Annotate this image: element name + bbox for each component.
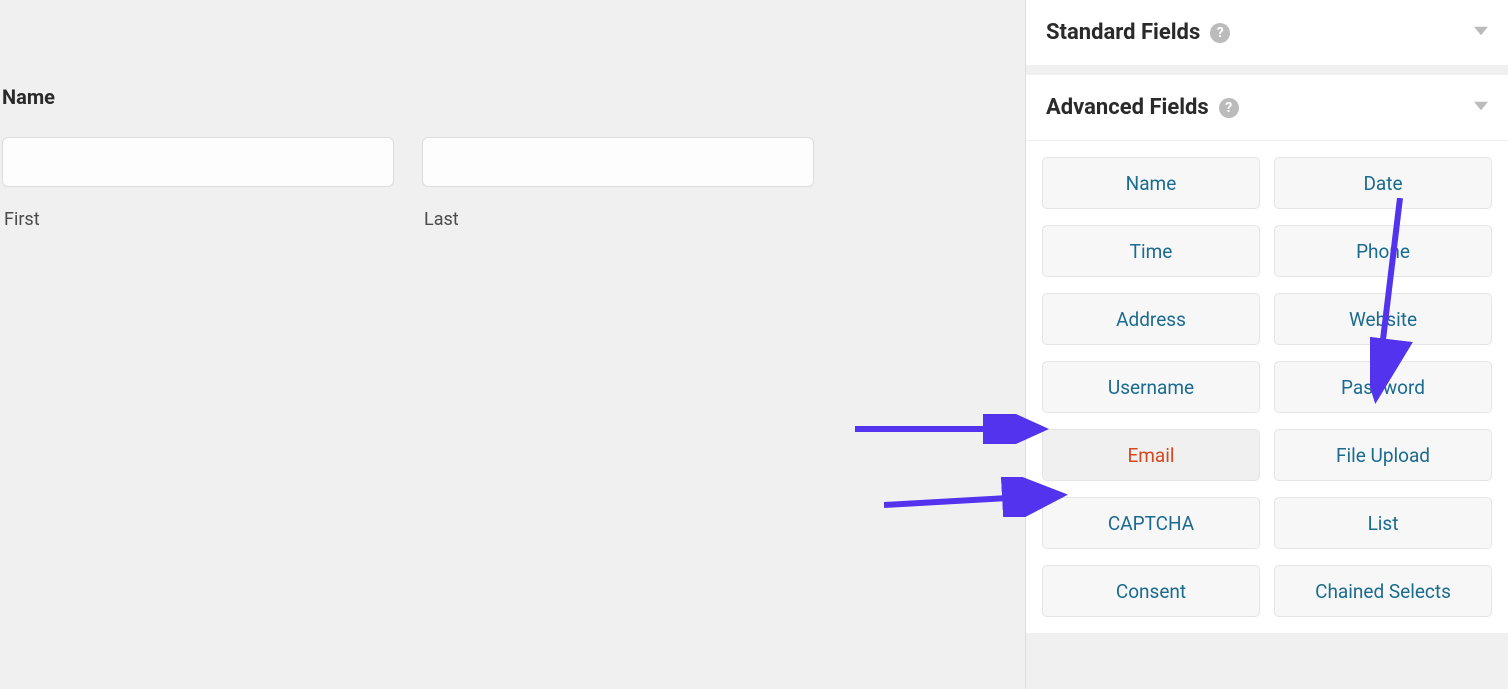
last-name-input[interactable] <box>422 137 814 187</box>
field-button-time[interactable]: Time <box>1042 225 1260 277</box>
advanced-fields-body: Name Date Time Phone Address Website Username P… <box>1026 141 1508 633</box>
advanced-fields-panel: Advanced Fields ? Name Date Time Phone Addre… <box>1026 75 1508 633</box>
field-button-name[interactable]: Name <box>1042 157 1260 209</box>
field-button-list[interactable]: List <box>1274 497 1492 549</box>
standard-fields-panel: Standard Fields ? <box>1026 0 1508 65</box>
field-button-password[interactable]: Password <box>1274 361 1492 413</box>
standard-fields-header[interactable]: Standard Fields ? <box>1026 0 1508 65</box>
field-button-label: Consent <box>1116 580 1186 603</box>
name-last-col: Last <box>422 137 814 230</box>
field-button-label: Email <box>1127 444 1174 467</box>
field-button-label: Date <box>1363 172 1402 195</box>
fields-sidebar: Standard Fields ? Advanced Fields ? Name… <box>1025 0 1508 689</box>
help-icon[interactable]: ? <box>1219 98 1239 118</box>
field-label-name: Name <box>2 85 1025 109</box>
field-button-label: Name <box>1126 172 1177 195</box>
help-icon[interactable]: ? <box>1210 23 1230 43</box>
field-button-label: CAPTCHA <box>1108 512 1194 535</box>
name-first-col: First <box>2 137 394 230</box>
field-button-label: Phone <box>1356 240 1410 263</box>
form-editor-area: Name First Last <box>0 0 1025 689</box>
field-button-phone[interactable]: Phone <box>1274 225 1492 277</box>
standard-fields-title-wrap: Standard Fields ? <box>1046 20 1230 45</box>
chevron-down-icon <box>1474 98 1488 117</box>
field-button-label: Time <box>1130 240 1173 263</box>
field-button-label: Chained Selects <box>1315 580 1451 603</box>
field-button-email[interactable]: Email <box>1042 429 1260 481</box>
field-button-captcha[interactable]: CAPTCHA <box>1042 497 1260 549</box>
chevron-down-icon <box>1474 23 1488 42</box>
advanced-fields-header[interactable]: Advanced Fields ? <box>1026 75 1508 141</box>
field-button-address[interactable]: Address <box>1042 293 1260 345</box>
name-field-row: First Last <box>2 137 1025 230</box>
first-name-sublabel: First <box>4 209 394 230</box>
field-button-website[interactable]: Website <box>1274 293 1492 345</box>
field-button-label: Website <box>1349 308 1417 331</box>
field-button-label: Username <box>1108 376 1194 399</box>
last-name-sublabel: Last <box>424 209 814 230</box>
field-button-label: List <box>1368 512 1399 535</box>
first-name-input[interactable] <box>2 137 394 187</box>
field-button-date[interactable]: Date <box>1274 157 1492 209</box>
field-button-fileupload[interactable]: File Upload <box>1274 429 1492 481</box>
field-button-username[interactable]: Username <box>1042 361 1260 413</box>
field-button-label: File Upload <box>1336 444 1430 467</box>
field-button-label: Password <box>1341 376 1425 399</box>
field-button-label: Address <box>1116 308 1186 331</box>
advanced-fields-title: Advanced Fields <box>1046 95 1209 120</box>
advanced-fields-title-wrap: Advanced Fields ? <box>1046 95 1239 120</box>
field-button-chained[interactable]: Chained Selects <box>1274 565 1492 617</box>
field-button-consent[interactable]: Consent <box>1042 565 1260 617</box>
standard-fields-title: Standard Fields <box>1046 20 1200 45</box>
